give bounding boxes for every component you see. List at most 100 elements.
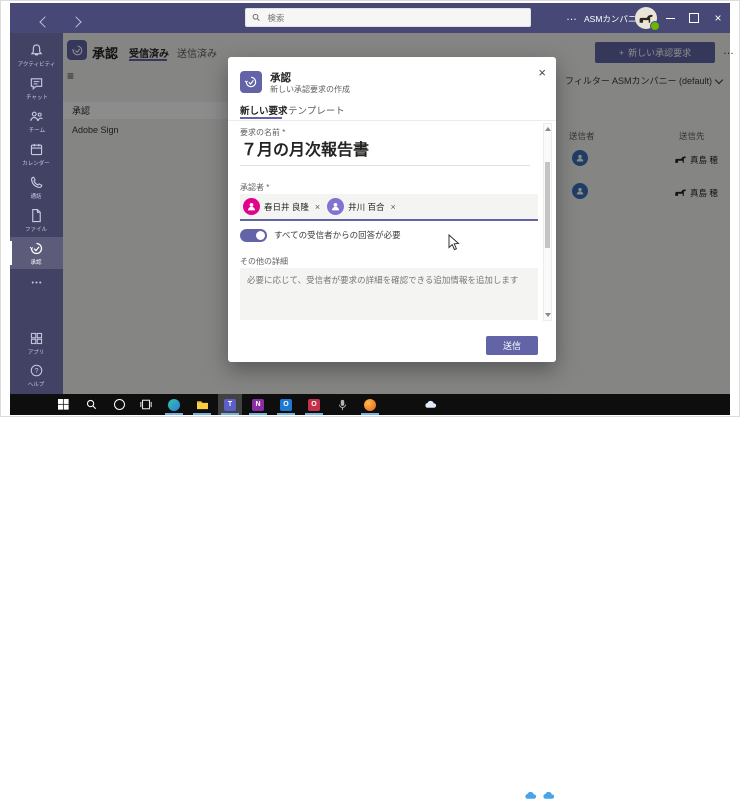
approver-chip: 春日井 良隆 × [243,198,320,215]
sidebar-item-apps[interactable]: アプリ [10,327,63,359]
pen-icon[interactable] [618,790,629,801]
search-icon [252,13,260,22]
dialog-tab-templates[interactable]: テンプレート [288,103,345,117]
outlook-taskbar-icon[interactable]: O [274,394,298,415]
sidebar-item-calendar[interactable]: カレンダー [10,138,63,170]
file-explorer-taskbar-icon[interactable] [190,394,214,415]
maximize-icon [689,13,699,23]
approver-chip: 井川 百合 × [327,198,396,215]
edge-taskbar-icon[interactable] [162,394,186,415]
maximize-button[interactable] [682,3,706,33]
firefox-icon [364,398,376,411]
action-center-icon[interactable] [715,790,726,801]
microphone-icon [338,399,346,410]
sidebar-item-activity[interactable]: アクティビティ [10,39,63,71]
touch-keyboard-icon[interactable] [635,792,648,800]
sidebar-item-approvals[interactable]: 承認 [10,237,63,269]
tray-expand-chevron[interactable]: ^ [510,790,515,800]
remove-approver-button[interactable]: × [315,202,320,212]
require-all-toggle[interactable] [240,229,267,242]
network-icon[interactable] [579,791,591,800]
scrollbar-thumb[interactable] [545,162,550,248]
close-window-button[interactable]: × [706,3,730,33]
sidebar-item-label: 承認 [30,259,43,266]
send-button[interactable]: 送信 [486,336,538,355]
bell-icon [30,43,43,55]
scroll-up-arrow[interactable] [545,127,551,131]
sidebar-item-label: ファイル [25,226,48,233]
sidebar-item-help[interactable]: ? ヘルプ [10,359,63,391]
sidebar-item-label: アプリ [28,349,45,356]
sidebar-item-label: ヘルプ [28,381,45,388]
teams-taskbar-icon[interactable]: T [218,394,242,415]
edge-icon [168,398,180,411]
apps-grid-icon [30,332,43,344]
sidebar-item-label: チャット [25,94,48,101]
onedrive-cloud-icon[interactable] [524,791,537,800]
approver-name: 春日井 良隆 [264,201,309,212]
forward-icon [70,16,82,28]
dialog-divider [228,120,556,121]
cortana-button[interactable] [107,394,131,415]
search-box[interactable] [245,8,531,27]
approvers-input[interactable]: 春日井 良隆 × 井川 百合 × [240,194,538,221]
minimize-icon [665,17,675,19]
search-input[interactable] [265,11,524,24]
teams-people-icon [30,111,43,121]
onenote-taskbar-icon[interactable]: N [246,394,270,415]
mouse-cursor [448,234,460,251]
details-textarea[interactable] [240,268,538,320]
sidebar-item-label: チーム [28,127,45,134]
help-icon: ? [30,364,43,376]
file-icon [32,208,41,222]
titlebar-more-button[interactable]: … [566,11,577,23]
weather-text[interactable]: 31°C くもりのち… [440,791,504,802]
dialog-title: 承認 [270,72,291,84]
back-button[interactable] [39,13,51,31]
dialog-tab-underline [240,117,282,119]
onenote-icon: N [252,398,264,411]
forward-button[interactable] [70,13,82,31]
ime-mode-indicator[interactable]: A [656,790,663,801]
ime-icon[interactable] [671,790,681,800]
sidebar-item-chat[interactable]: チャット [10,72,63,104]
clock[interactable]: 11:25 [691,791,710,800]
windows-taskbar: T N O O 31°C くもりのち… ^ A 11:25 [10,394,730,801]
recorder-taskbar-icon[interactable] [330,394,354,415]
dialog-close-button[interactable]: × [538,65,546,80]
task-view-button[interactable] [134,394,158,415]
taskbar-search-button[interactable] [79,394,103,415]
sidebar-item-more[interactable]: … [10,270,63,302]
chat-icon [30,77,43,90]
office-taskbar-icon[interactable]: O [302,394,326,415]
teams-window: … ASMカンパニー × アクティビティ チャット チーム カレンダー 通話 [10,3,734,801]
start-button[interactable] [51,394,75,415]
request-name-input[interactable] [240,137,530,166]
search-icon [86,399,96,410]
minimize-button[interactable] [658,3,682,33]
remove-approver-button[interactable]: × [391,202,396,212]
toggle-knob [256,231,265,240]
dialog-tab-new-request[interactable]: 新しい要求 [240,103,288,117]
phone-icon [31,176,43,188]
sidebar-item-calls[interactable]: 通話 [10,171,63,203]
onedrive-cloud-icon[interactable] [542,791,555,800]
approver-avatar [243,198,260,215]
approver-avatar [327,198,345,215]
weather-button[interactable] [422,394,438,415]
details-label: その他の詳細 [240,257,288,266]
sidebar-item-label: 通話 [30,193,43,200]
scroll-down-arrow[interactable] [545,313,551,317]
folder-icon [196,401,208,410]
sidebar-item-teams[interactable]: チーム [10,105,63,137]
tray-microphone-icon[interactable] [562,789,571,801]
title-bar: … ASMカンパニー × [10,3,730,33]
dialog-scrollbar[interactable] [543,123,552,321]
firefox-taskbar-icon[interactable] [358,394,382,415]
back-icon [39,16,51,28]
windows-logo-icon [57,399,69,410]
volume-icon[interactable] [598,790,609,801]
cortana-icon [113,399,125,410]
sidebar-item-files[interactable]: ファイル [10,204,63,236]
svg-text:?: ? [35,368,39,375]
